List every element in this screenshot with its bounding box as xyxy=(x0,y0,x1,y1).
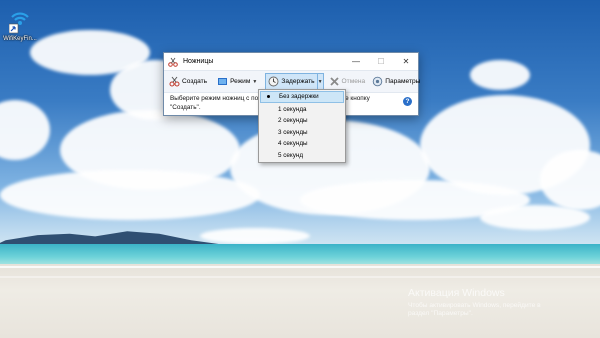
menu-item-3-seconds[interactable]: 3 секунды xyxy=(259,127,345,139)
scissors-icon xyxy=(169,76,180,87)
delay-button[interactable]: Задержать xyxy=(265,73,318,90)
wifi-icon xyxy=(8,8,31,34)
menu-item-label: 1 секунда xyxy=(278,105,307,113)
cloud xyxy=(0,100,50,160)
mode-label: Режим xyxy=(230,78,251,85)
chevron-down-icon: ▼ xyxy=(317,78,323,85)
sea xyxy=(0,244,600,266)
minimize-button[interactable]: — xyxy=(345,53,367,70)
cancel-x-icon xyxy=(329,77,339,86)
menu-item-no-delay[interactable]: Без задержки xyxy=(260,91,344,103)
surf-line xyxy=(0,266,600,268)
mode-icon xyxy=(218,78,228,85)
options-button[interactable]: Параметры xyxy=(370,73,422,90)
menu-item-label: 2 секунды xyxy=(278,117,308,124)
mode-button[interactable]: Режим ▼ xyxy=(215,73,259,90)
watermark-title: Активация Windows xyxy=(408,287,505,299)
chevron-down-icon: ▼ xyxy=(252,78,258,85)
delay-menu: Без задержки 1 секунда 2 секунды 3 секун… xyxy=(258,89,346,163)
cloud xyxy=(200,228,310,244)
menu-item-label: 4 секунды xyxy=(278,140,308,147)
menu-item-label: 5 секунд xyxy=(278,151,304,159)
menu-item-2-seconds[interactable]: 2 секунды xyxy=(259,115,345,127)
close-button[interactable]: ✕ xyxy=(395,53,417,70)
watermark-line: раздел "Параметры". xyxy=(408,310,473,318)
desktop-icon-wifikeyfinder[interactable]: WifiKeyFin... xyxy=(2,8,38,42)
radio-dot-icon xyxy=(267,95,270,99)
delay-dropdown-toggle[interactable]: ▼ xyxy=(317,73,324,90)
menu-item-label: Без задержки xyxy=(279,93,319,100)
desktop-icon-label: WifiKeyFin... xyxy=(3,36,37,42)
cancel-label: Отмена xyxy=(341,78,366,85)
options-label: Параметры xyxy=(385,78,421,85)
cloud xyxy=(0,170,260,220)
delay-label: Задержать xyxy=(281,78,315,85)
maximize-button[interactable]: ☐ xyxy=(370,53,392,70)
menu-item-5-seconds[interactable]: 5 секунд xyxy=(259,150,345,162)
create-button[interactable]: Создать xyxy=(167,73,209,90)
menu-item-4-seconds[interactable]: 4 секунды xyxy=(259,138,345,150)
cancel-button[interactable]: Отмена xyxy=(327,73,368,90)
watermark-line: Чтобы активировать Windows, перейдите в xyxy=(408,302,541,309)
title-bar[interactable]: Ножницы — ☐ ✕ xyxy=(164,53,418,70)
cloud xyxy=(470,60,530,90)
help-icon[interactable]: ? xyxy=(403,97,412,106)
gear-icon xyxy=(372,76,383,87)
activation-watermark: Активация Windows Чтобы активировать Win… xyxy=(408,287,541,318)
cloud xyxy=(480,205,590,230)
create-label: Создать xyxy=(182,78,208,85)
window-title: Ножницы xyxy=(183,58,214,65)
scissors-icon xyxy=(168,57,178,67)
clock-icon xyxy=(268,76,279,87)
surf-line xyxy=(0,276,600,278)
menu-item-label: 3 секунды xyxy=(278,128,308,136)
menu-item-1-second[interactable]: 1 секунда xyxy=(259,104,345,116)
